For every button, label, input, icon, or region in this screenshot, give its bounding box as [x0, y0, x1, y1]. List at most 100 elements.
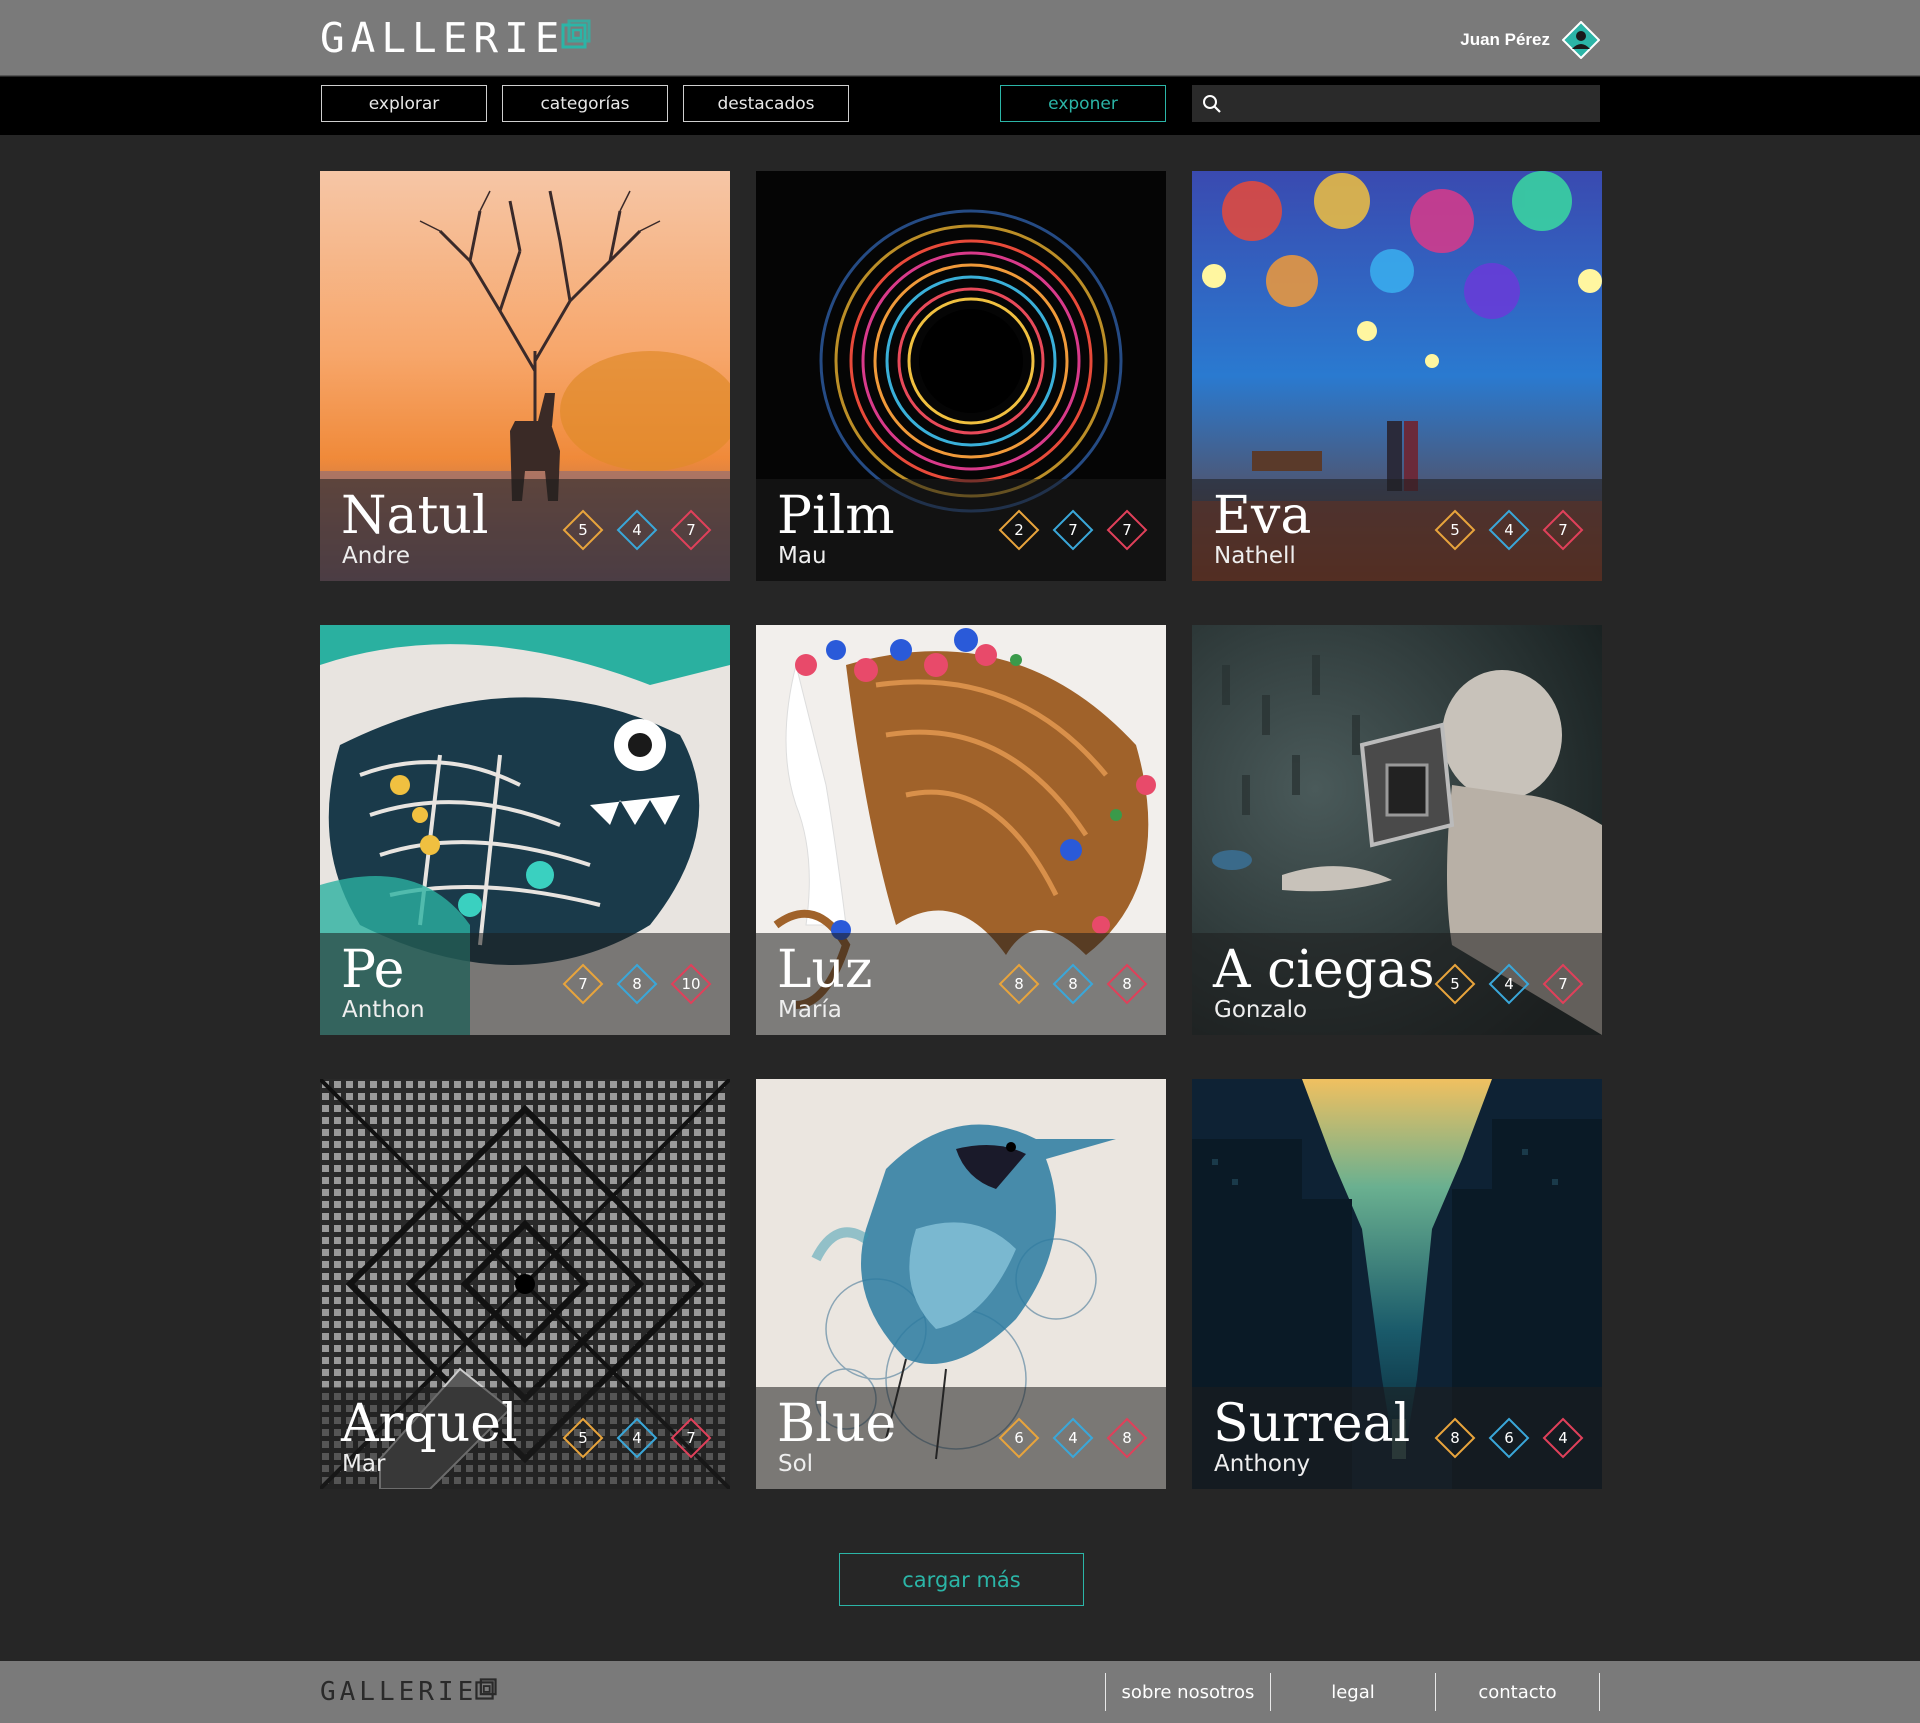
- rating-badge-orange[interactable]: 5: [1434, 509, 1476, 551]
- rating-badge-blue[interactable]: 7: [1052, 509, 1094, 551]
- site-logo[interactable]: GALLERIE: [320, 16, 591, 60]
- rating-badge-red[interactable]: 10: [670, 963, 712, 1005]
- artwork-ratings: 5 4 7: [562, 1417, 712, 1459]
- artwork-title: A ciegas: [1213, 940, 1435, 1000]
- rating-badge-orange[interactable]: 5: [562, 509, 604, 551]
- search-icon[interactable]: [1202, 94, 1222, 114]
- artwork-ratings: 2 7 7: [998, 509, 1148, 551]
- artwork-card-natul[interactable]: Natul Andre 5 4 7: [320, 171, 730, 581]
- rating-badge-orange[interactable]: 6: [998, 1417, 1040, 1459]
- nav-explore-button[interactable]: explorar: [321, 85, 487, 122]
- rating-badge-orange[interactable]: 2: [998, 509, 1040, 551]
- rating-badge-red[interactable]: 7: [1542, 963, 1584, 1005]
- artwork-card-pilm[interactable]: Pilm Mau 2 7 7: [756, 171, 1166, 581]
- rating-badge-blue[interactable]: 8: [1052, 963, 1094, 1005]
- artwork-card-luz[interactable]: Luz María 8 8 8: [756, 625, 1166, 1035]
- footer-logo-text: GALLERIE: [320, 1677, 478, 1707]
- artwork-author[interactable]: Andre: [342, 543, 410, 569]
- rating-badge-red[interactable]: 7: [670, 1417, 712, 1459]
- user-menu[interactable]: Juan Pérez: [1460, 20, 1600, 60]
- artwork-ratings: 7 8 10: [562, 963, 712, 1005]
- rating-badge-blue[interactable]: 4: [616, 509, 658, 551]
- artwork-card-arquel[interactable]: Arquel Mar 5 4 7: [320, 1079, 730, 1489]
- artwork-title: Surreal: [1213, 1394, 1411, 1454]
- artwork-ratings: 6 4 8: [998, 1417, 1148, 1459]
- artwork-title: Luz: [777, 940, 873, 1000]
- rating-badge-blue[interactable]: 4: [1052, 1417, 1094, 1459]
- rating-value: 8: [1122, 975, 1132, 993]
- rating-value: 8: [1014, 975, 1024, 993]
- artwork-author[interactable]: Sol: [778, 1451, 813, 1477]
- rating-value: 4: [1504, 975, 1514, 993]
- rating-value: 6: [1014, 1429, 1024, 1447]
- rating-value: 6: [1504, 1429, 1514, 1447]
- rating-badge-orange[interactable]: 7: [562, 963, 604, 1005]
- footer-links: sobre nosotros legal contacto: [1105, 1673, 1600, 1711]
- rating-value: 5: [578, 521, 588, 539]
- rating-value: 4: [1558, 1429, 1568, 1447]
- artwork-author[interactable]: Anthon: [342, 997, 425, 1023]
- artwork-info: Surreal Anthony 8 6 4: [1192, 1387, 1602, 1489]
- rating-value: 5: [1450, 521, 1460, 539]
- logo-frame-icon: [475, 1678, 497, 1700]
- search-input[interactable]: [1232, 94, 1582, 113]
- artwork-author[interactable]: Mau: [778, 543, 827, 569]
- rating-badge-red[interactable]: 7: [670, 509, 712, 551]
- artwork-card-blue[interactable]: Blue Sol 6 4 8: [756, 1079, 1166, 1489]
- footer-logo[interactable]: GALLERIE: [320, 1677, 497, 1707]
- user-avatar-icon[interactable]: [1562, 21, 1600, 59]
- rating-badge-blue[interactable]: 6: [1488, 1417, 1530, 1459]
- artwork-author[interactable]: Mar: [342, 1451, 385, 1477]
- rating-value: 8: [1068, 975, 1078, 993]
- rating-value: 7: [1558, 975, 1568, 993]
- artwork-info: A ciegas Gonzalo 5 4 7: [1192, 933, 1602, 1035]
- artwork-card-pe[interactable]: Pe Anthon 7 8 10: [320, 625, 730, 1035]
- artwork-title: Natul: [341, 486, 489, 546]
- rating-badge-blue[interactable]: 8: [616, 963, 658, 1005]
- rating-badge-red[interactable]: 8: [1106, 1417, 1148, 1459]
- artwork-title: Pe: [341, 940, 405, 1000]
- footer-link-contact[interactable]: contacto: [1435, 1673, 1600, 1711]
- artwork-info: Pilm Mau 2 7 7: [756, 479, 1166, 581]
- nav-featured-button[interactable]: destacados: [683, 85, 849, 122]
- artwork-author[interactable]: Nathell: [1214, 543, 1296, 569]
- rating-value: 7: [1068, 521, 1078, 539]
- rating-badge-blue[interactable]: 4: [1488, 963, 1530, 1005]
- rating-badge-orange[interactable]: 5: [562, 1417, 604, 1459]
- rating-badge-red[interactable]: 8: [1106, 963, 1148, 1005]
- exhibit-button[interactable]: exponer: [1000, 85, 1166, 122]
- artwork-card-eva[interactable]: Eva Nathell 5 4 7: [1192, 171, 1602, 581]
- rating-badge-red[interactable]: 7: [1542, 509, 1584, 551]
- nav-categories-button[interactable]: categorías: [502, 85, 668, 122]
- rating-badge-red[interactable]: 4: [1542, 1417, 1584, 1459]
- rating-badge-orange[interactable]: 5: [1434, 963, 1476, 1005]
- rating-badge-orange[interactable]: 8: [1434, 1417, 1476, 1459]
- artwork-ratings: 5 4 7: [1434, 509, 1584, 551]
- artwork-ratings: 8 6 4: [1434, 1417, 1584, 1459]
- artwork-author[interactable]: Gonzalo: [1214, 997, 1307, 1023]
- user-name: Juan Pérez: [1460, 30, 1550, 49]
- rating-value: 8: [1122, 1429, 1132, 1447]
- rating-value: 4: [632, 521, 642, 539]
- rating-value: 2: [1014, 521, 1024, 539]
- artwork-ratings: 8 8 8: [998, 963, 1148, 1005]
- artwork-author[interactable]: Anthony: [1214, 1451, 1310, 1477]
- artwork-title: Blue: [777, 1394, 897, 1454]
- artwork-card-a-ciegas[interactable]: A ciegas Gonzalo 5 4 7: [1192, 625, 1602, 1035]
- rating-badge-red[interactable]: 7: [1106, 509, 1148, 551]
- artwork-card-surreal[interactable]: Surreal Anthony 8 6 4: [1192, 1079, 1602, 1489]
- search-bar[interactable]: [1192, 85, 1600, 122]
- rating-badge-orange[interactable]: 8: [998, 963, 1040, 1005]
- logo-frame-icon: [561, 19, 591, 49]
- artwork-info: Blue Sol 6 4 8: [756, 1387, 1166, 1489]
- rating-value: 7: [1558, 521, 1568, 539]
- rating-badge-blue[interactable]: 4: [616, 1417, 658, 1459]
- artwork-author[interactable]: María: [778, 997, 842, 1023]
- footer: GALLERIE sobre nosotros legal contacto: [0, 1661, 1920, 1723]
- rating-value: 7: [686, 521, 696, 539]
- footer-link-legal[interactable]: legal: [1270, 1673, 1435, 1711]
- rating-value: 7: [578, 975, 588, 993]
- load-more-button[interactable]: cargar más: [839, 1553, 1084, 1606]
- rating-badge-blue[interactable]: 4: [1488, 509, 1530, 551]
- footer-link-about[interactable]: sobre nosotros: [1105, 1673, 1270, 1711]
